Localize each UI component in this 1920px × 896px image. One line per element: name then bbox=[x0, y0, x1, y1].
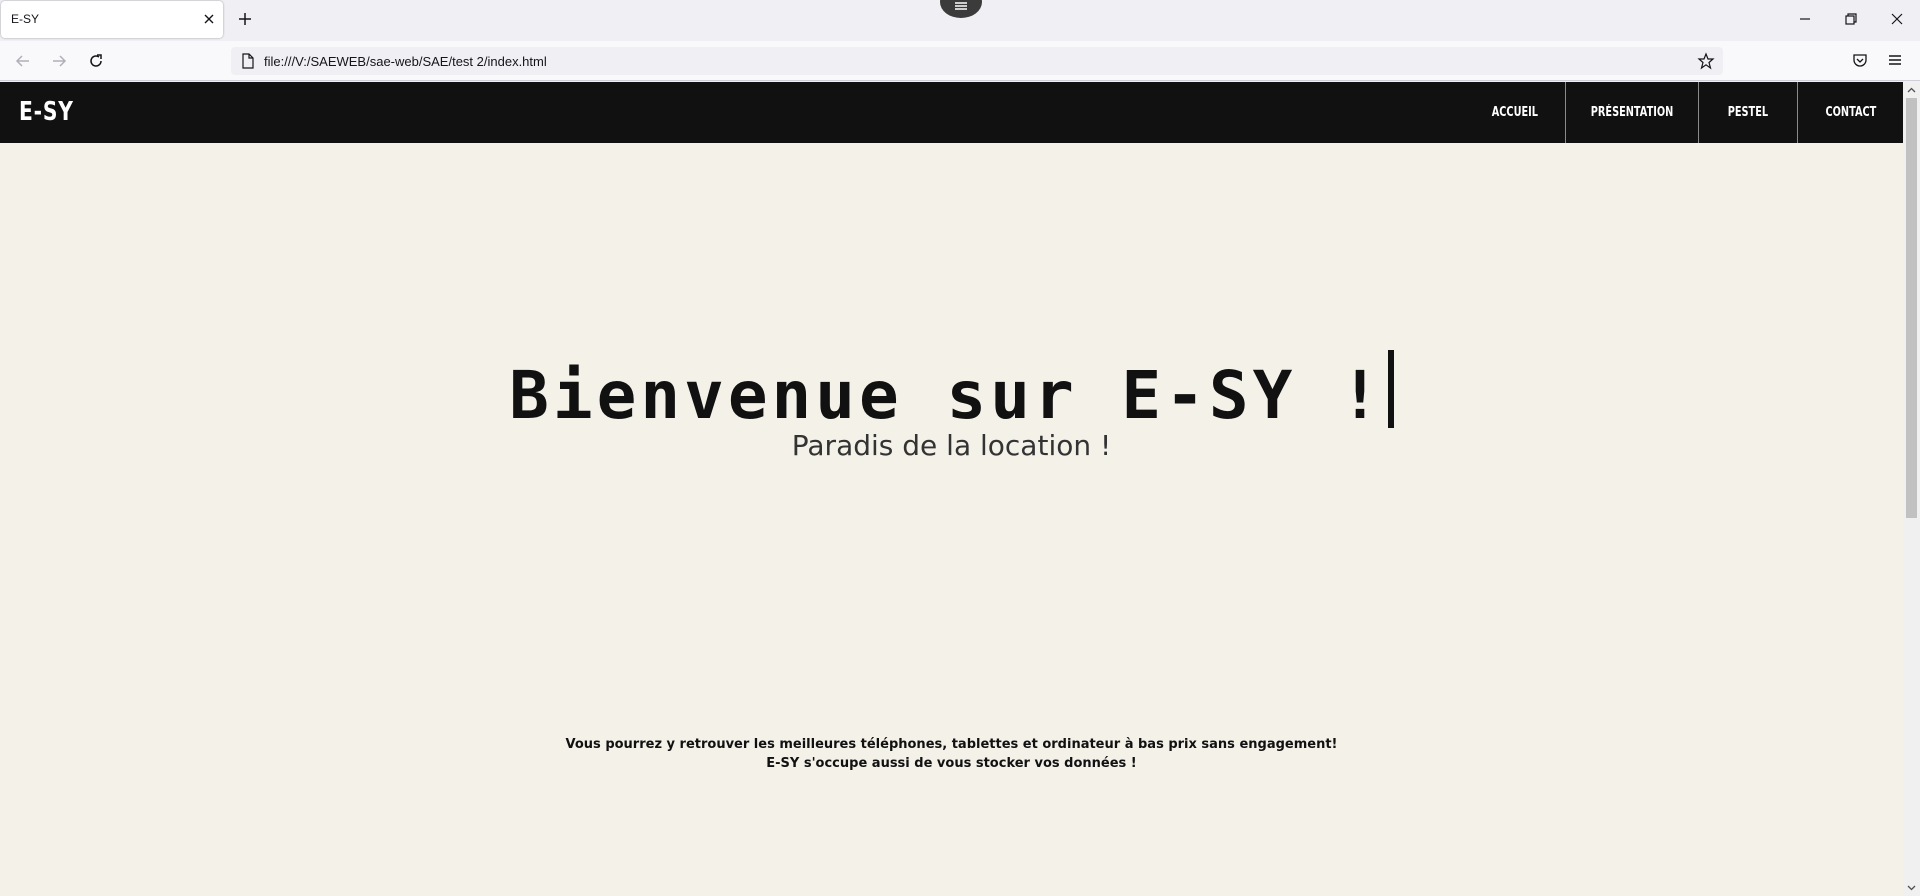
url-bar[interactable]: file:///V:/SAEWEB/sae-web/SAE/test 2/ind… bbox=[231, 47, 1723, 75]
scroll-down-icon[interactable] bbox=[1906, 882, 1917, 893]
pocket-icon[interactable] bbox=[1851, 51, 1869, 69]
hero-subtitle: Paradis de la location ! bbox=[791, 429, 1112, 462]
back-arrow-icon[interactable] bbox=[13, 51, 33, 71]
window-close-icon[interactable] bbox=[1888, 10, 1906, 28]
info-text: Vous pourrez y retrouver les meilleures … bbox=[0, 735, 1903, 773]
nav-item-contact[interactable]: CONTACT bbox=[1797, 82, 1903, 143]
site-nav: ACCUEIL PRÉSENTATION PESTEL CONTACT bbox=[1464, 82, 1903, 143]
scrollbar-thumb[interactable] bbox=[1906, 98, 1917, 518]
vertical-scrollbar[interactable] bbox=[1903, 82, 1920, 896]
info-line-2: E-SY s'occupe aussi de vous stocker vos … bbox=[766, 756, 1137, 771]
tab-title: E-SY bbox=[11, 12, 40, 26]
nav-item-accueil[interactable]: ACCUEIL bbox=[1464, 82, 1565, 143]
url-text[interactable]: file:///V:/SAEWEB/sae-web/SAE/test 2/ind… bbox=[264, 54, 547, 69]
star-icon[interactable] bbox=[1697, 52, 1715, 70]
restore-icon[interactable] bbox=[1842, 10, 1860, 28]
page-viewport: E-SY ACCUEIL PRÉSENTATION PESTEL CONTACT… bbox=[0, 82, 1903, 896]
text-caret bbox=[1387, 350, 1394, 428]
nav-item-presentation[interactable]: PRÉSENTATION bbox=[1565, 82, 1698, 143]
hamburger-menu-icon[interactable] bbox=[1886, 51, 1904, 69]
hero-title: Bienvenue sur E-SY ! bbox=[0, 350, 1903, 434]
reload-icon[interactable] bbox=[86, 51, 106, 71]
nav-item-pestel[interactable]: PESTEL bbox=[1698, 82, 1797, 143]
close-icon[interactable] bbox=[201, 11, 217, 27]
scroll-up-icon[interactable] bbox=[1906, 85, 1917, 96]
site-header: E-SY ACCUEIL PRÉSENTATION PESTEL CONTACT bbox=[0, 82, 1903, 143]
site-logo[interactable]: E-SY bbox=[19, 97, 74, 127]
browser-tab[interactable]: E-SY bbox=[1, 1, 223, 38]
minimize-icon[interactable] bbox=[1796, 10, 1814, 28]
plus-icon[interactable] bbox=[236, 10, 254, 28]
document-icon bbox=[242, 53, 254, 69]
menu-icon[interactable] bbox=[940, 0, 982, 18]
tab-strip: E-SY bbox=[0, 0, 1920, 41]
info-line-1: Vous pourrez y retrouver les meilleures … bbox=[565, 737, 1338, 752]
forward-arrow-icon[interactable] bbox=[49, 51, 69, 71]
